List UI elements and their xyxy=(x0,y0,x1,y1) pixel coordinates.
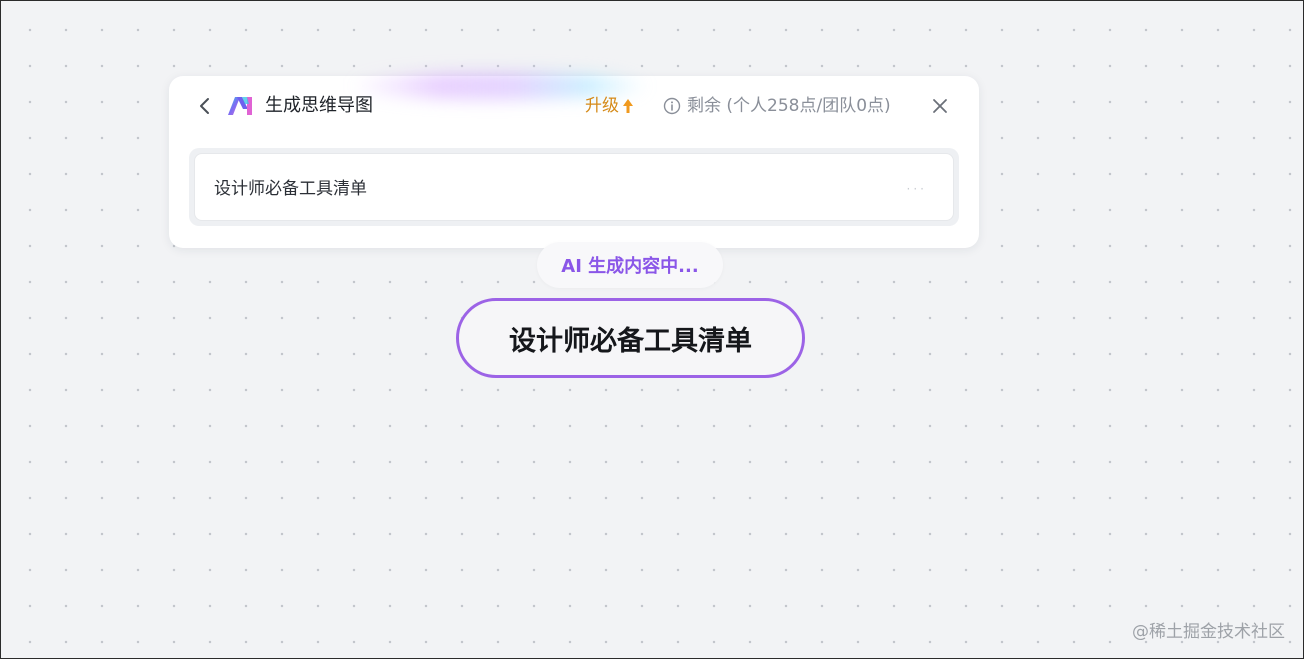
panel-header: 生成思维导图 升级 剩余 (个人258点/团队0点) xyxy=(169,76,979,138)
loading-dots-icon: ··· xyxy=(906,182,927,196)
info-icon[interactable] xyxy=(663,97,681,115)
generation-status-badge: AI 生成内容中... xyxy=(537,242,723,288)
watermark: @稀土掘金技术社区 xyxy=(1132,622,1285,642)
close-icon xyxy=(933,99,947,113)
ai-logo-icon xyxy=(228,97,252,115)
quota-text: 剩余 (个人258点/团队0点) xyxy=(687,96,891,116)
back-button[interactable] xyxy=(193,94,217,118)
mindmap-root-node[interactable]: 设计师必备工具清单 xyxy=(456,298,805,378)
arrow-up-icon xyxy=(623,99,633,113)
close-button[interactable] xyxy=(929,95,951,117)
prompt-input-value: 设计师必备工具清单 xyxy=(214,179,367,199)
prompt-input-wrapper: 设计师必备工具清单 ··· xyxy=(189,148,959,226)
prompt-input[interactable]: 设计师必备工具清单 ··· xyxy=(194,153,954,221)
mindmap-canvas[interactable]: 生成思维导图 升级 剩余 (个人258点/团队0点) 设计师必备工具清单 ···… xyxy=(0,0,1304,659)
quota-info: 剩余 (个人258点/团队0点) xyxy=(663,94,891,118)
upgrade-button[interactable]: 升级 xyxy=(585,94,634,118)
chevron-left-icon xyxy=(200,98,209,114)
ai-generate-panel: 生成思维导图 升级 剩余 (个人258点/团队0点) 设计师必备工具清单 ··· xyxy=(169,72,979,248)
panel-title: 生成思维导图 xyxy=(265,95,373,116)
upgrade-label: 升级 xyxy=(585,96,619,116)
